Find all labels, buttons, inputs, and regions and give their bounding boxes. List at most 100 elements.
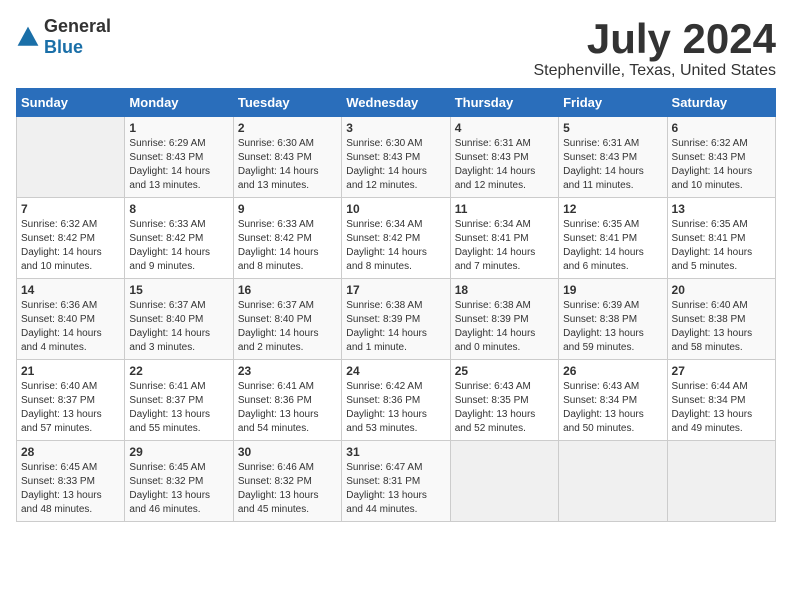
calendar-cell: 30 Sunrise: 6:46 AMSunset: 8:32 PMDayligh… <box>233 441 341 522</box>
day-number: 30 <box>238 445 337 459</box>
day-info: Sunrise: 6:30 AMSunset: 8:43 PMDaylight:… <box>346 137 445 193</box>
calendar-cell <box>450 441 558 522</box>
day-info: Sunrise: 6:32 AMSunset: 8:42 PMDaylight:… <box>21 218 120 274</box>
day-number: 31 <box>346 445 445 459</box>
calendar-cell: 15Sunrise: 6:37 AMSunset: 8:40 PMDayligh… <box>125 279 233 360</box>
day-info: Sunrise: 6:40 AMSunset: 8:37 PMDaylight:… <box>21 380 120 436</box>
header-row: SundayMondayTuesdayWednesdayThursdayFrid… <box>17 89 776 117</box>
day-info: Sunrise: 6:43 AMSunset: 8:34 PMDaylight:… <box>563 380 662 436</box>
calendar-cell: 1Sunrise: 6:29 AMSunset: 8:43 PMDaylight… <box>125 117 233 198</box>
day-info: Sunrise: 6:38 AMSunset: 8:39 PMDaylight:… <box>455 299 554 355</box>
header-day: Friday <box>559 89 667 117</box>
calendar-cell: 8Sunrise: 6:33 AMSunset: 8:42 PMDaylight… <box>125 198 233 279</box>
day-number: 12 <box>563 202 662 216</box>
day-number: 27 <box>672 364 771 378</box>
day-info: Sunrise: 6:35 AMSunset: 8:41 PMDaylight:… <box>672 218 771 274</box>
day-info: Sunrise: 6:41 AMSunset: 8:37 PMDaylight:… <box>129 380 228 436</box>
calendar-cell: 7 Sunrise: 6:32 AMSunset: 8:42 PMDaylight… <box>17 198 125 279</box>
day-info: Sunrise: 6:33 AMSunset: 8:42 PMDaylight:… <box>238 218 337 274</box>
day-info: Sunrise: 6:34 AMSunset: 8:42 PMDaylight:… <box>346 218 445 274</box>
calendar-cell: 10 Sunrise: 6:34 AMSunset: 8:42 PMDayligh… <box>342 198 450 279</box>
day-number: 23 <box>238 364 337 378</box>
calendar-cell: 23 Sunrise: 6:41 AMSunset: 8:36 PMDayligh… <box>233 360 341 441</box>
day-number: 29 <box>129 445 228 459</box>
day-info: Sunrise: 6:34 AMSunset: 8:41 PMDaylight:… <box>455 218 554 274</box>
calendar-cell: 20 Sunrise: 6:40 AMSunset: 8:38 PMDayligh… <box>667 279 775 360</box>
header-day: Sunday <box>17 89 125 117</box>
day-number: 9 <box>238 202 337 216</box>
header-day: Saturday <box>667 89 775 117</box>
day-number: 11 <box>455 202 554 216</box>
day-info: Sunrise: 6:37 AMSunset: 8:40 PMDaylight:… <box>129 299 228 355</box>
day-number: 6 <box>672 121 771 135</box>
day-number: 14 <box>21 283 120 297</box>
day-info: Sunrise: 6:47 AMSunset: 8:31 PMDaylight:… <box>346 461 445 517</box>
main-title: July 2024 <box>533 16 776 62</box>
logo-icon <box>16 25 40 49</box>
day-info: Sunrise: 6:41 AMSunset: 8:36 PMDaylight:… <box>238 380 337 436</box>
day-number: 18 <box>455 283 554 297</box>
calendar-cell: 12 Sunrise: 6:35 AMSunset: 8:41 PMDayligh… <box>559 198 667 279</box>
calendar-cell <box>17 117 125 198</box>
day-info: Sunrise: 6:45 AMSunset: 8:33 PMDaylight:… <box>21 461 120 517</box>
day-info: Sunrise: 6:32 AMSunset: 8:43 PMDaylight:… <box>672 137 771 193</box>
logo: General Blue <box>16 16 111 58</box>
calendar-cell: 27Sunrise: 6:44 AMSunset: 8:34 PMDayligh… <box>667 360 775 441</box>
day-number: 2 <box>238 121 337 135</box>
calendar-cell: 2 Sunrise: 6:30 AMSunset: 8:43 PMDaylight… <box>233 117 341 198</box>
day-number: 21 <box>21 364 120 378</box>
calendar-cell: 9 Sunrise: 6:33 AMSunset: 8:42 PMDaylight… <box>233 198 341 279</box>
day-number: 4 <box>455 121 554 135</box>
logo-general: General <box>44 16 111 36</box>
day-number: 24 <box>346 364 445 378</box>
calendar-header: SundayMondayTuesdayWednesdayThursdayFrid… <box>17 89 776 117</box>
calendar-cell: 4 Sunrise: 6:31 AMSunset: 8:43 PMDaylight… <box>450 117 558 198</box>
calendar-cell <box>667 441 775 522</box>
day-number: 16 <box>238 283 337 297</box>
day-number: 19 <box>563 283 662 297</box>
day-info: Sunrise: 6:39 AMSunset: 8:38 PMDaylight:… <box>563 299 662 355</box>
calendar-cell: 31 Sunrise: 6:47 AMSunset: 8:31 PMDayligh… <box>342 441 450 522</box>
calendar-body: 1Sunrise: 6:29 AMSunset: 8:43 PMDaylight… <box>17 117 776 522</box>
calendar-week-row: 21 Sunrise: 6:40 AMSunset: 8:37 PMDayligh… <box>17 360 776 441</box>
logo-blue: Blue <box>44 37 83 57</box>
day-number: 8 <box>129 202 228 216</box>
day-number: 20 <box>672 283 771 297</box>
calendar-cell: 5 Sunrise: 6:31 AMSunset: 8:43 PMDaylight… <box>559 117 667 198</box>
calendar-week-row: 7 Sunrise: 6:32 AMSunset: 8:42 PMDaylight… <box>17 198 776 279</box>
day-info: Sunrise: 6:36 AMSunset: 8:40 PMDaylight:… <box>21 299 120 355</box>
day-info: Sunrise: 6:38 AMSunset: 8:39 PMDaylight:… <box>346 299 445 355</box>
day-number: 7 <box>21 202 120 216</box>
day-info: Sunrise: 6:29 AMSunset: 8:43 PMDaylight:… <box>129 137 228 193</box>
calendar-table: SundayMondayTuesdayWednesdayThursdayFrid… <box>16 88 776 522</box>
day-info: Sunrise: 6:30 AMSunset: 8:43 PMDaylight:… <box>238 137 337 193</box>
calendar-cell <box>559 441 667 522</box>
day-info: Sunrise: 6:46 AMSunset: 8:32 PMDaylight:… <box>238 461 337 517</box>
calendar-cell: 26Sunrise: 6:43 AMSunset: 8:34 PMDayligh… <box>559 360 667 441</box>
day-info: Sunrise: 6:40 AMSunset: 8:38 PMDaylight:… <box>672 299 771 355</box>
calendar-cell: 14 Sunrise: 6:36 AMSunset: 8:40 PMDayligh… <box>17 279 125 360</box>
calendar-week-row: 14 Sunrise: 6:36 AMSunset: 8:40 PMDayligh… <box>17 279 776 360</box>
calendar-cell: 11 Sunrise: 6:34 AMSunset: 8:41 PMDayligh… <box>450 198 558 279</box>
day-info: Sunrise: 6:37 AMSunset: 8:40 PMDaylight:… <box>238 299 337 355</box>
day-info: Sunrise: 6:31 AMSunset: 8:43 PMDaylight:… <box>455 137 554 193</box>
calendar-cell: 6 Sunrise: 6:32 AMSunset: 8:43 PMDaylight… <box>667 117 775 198</box>
header-day: Wednesday <box>342 89 450 117</box>
day-number: 13 <box>672 202 771 216</box>
day-info: Sunrise: 6:45 AMSunset: 8:32 PMDaylight:… <box>129 461 228 517</box>
day-number: 5 <box>563 121 662 135</box>
day-info: Sunrise: 6:31 AMSunset: 8:43 PMDaylight:… <box>563 137 662 193</box>
header: General Blue July 2024 Stephenville, Tex… <box>16 16 776 80</box>
day-number: 22 <box>129 364 228 378</box>
logo-text: General Blue <box>44 16 111 58</box>
calendar-cell: 25Sunrise: 6:43 AMSunset: 8:35 PMDayligh… <box>450 360 558 441</box>
day-number: 28 <box>21 445 120 459</box>
day-info: Sunrise: 6:42 AMSunset: 8:36 PMDaylight:… <box>346 380 445 436</box>
calendar-cell: 21 Sunrise: 6:40 AMSunset: 8:37 PMDayligh… <box>17 360 125 441</box>
day-number: 10 <box>346 202 445 216</box>
day-info: Sunrise: 6:35 AMSunset: 8:41 PMDaylight:… <box>563 218 662 274</box>
calendar-cell: 28 Sunrise: 6:45 AMSunset: 8:33 PMDayligh… <box>17 441 125 522</box>
calendar-cell: 16 Sunrise: 6:37 AMSunset: 8:40 PMDayligh… <box>233 279 341 360</box>
calendar-cell: 3Sunrise: 6:30 AMSunset: 8:43 PMDaylight… <box>342 117 450 198</box>
calendar-week-row: 28 Sunrise: 6:45 AMSunset: 8:33 PMDayligh… <box>17 441 776 522</box>
